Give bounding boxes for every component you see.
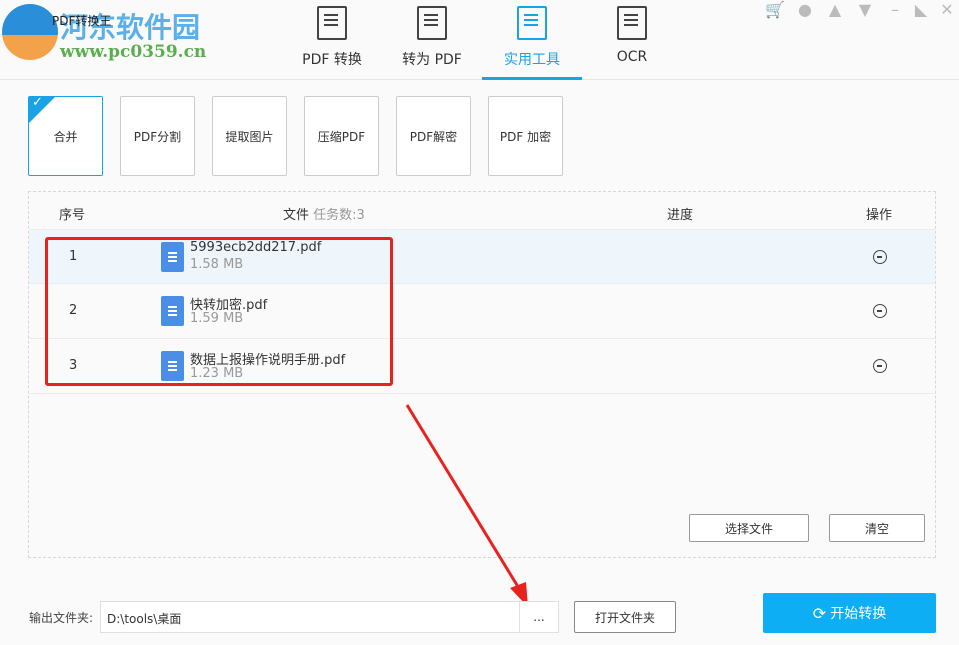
open-folder-button[interactable]: 打开文件夹 xyxy=(574,601,676,633)
browse-button[interactable]: ... xyxy=(519,601,559,633)
annotation-arrow xyxy=(405,404,528,607)
start-convert-button[interactable]: ⟳ 开始转换 xyxy=(763,593,936,633)
start-convert-label: 开始转换 xyxy=(830,606,887,622)
output-path-input[interactable]: D:\tools\桌面 xyxy=(100,601,520,633)
refresh-icon: ⟳ xyxy=(812,603,827,623)
output-label: 输出文件夹: xyxy=(29,611,94,625)
